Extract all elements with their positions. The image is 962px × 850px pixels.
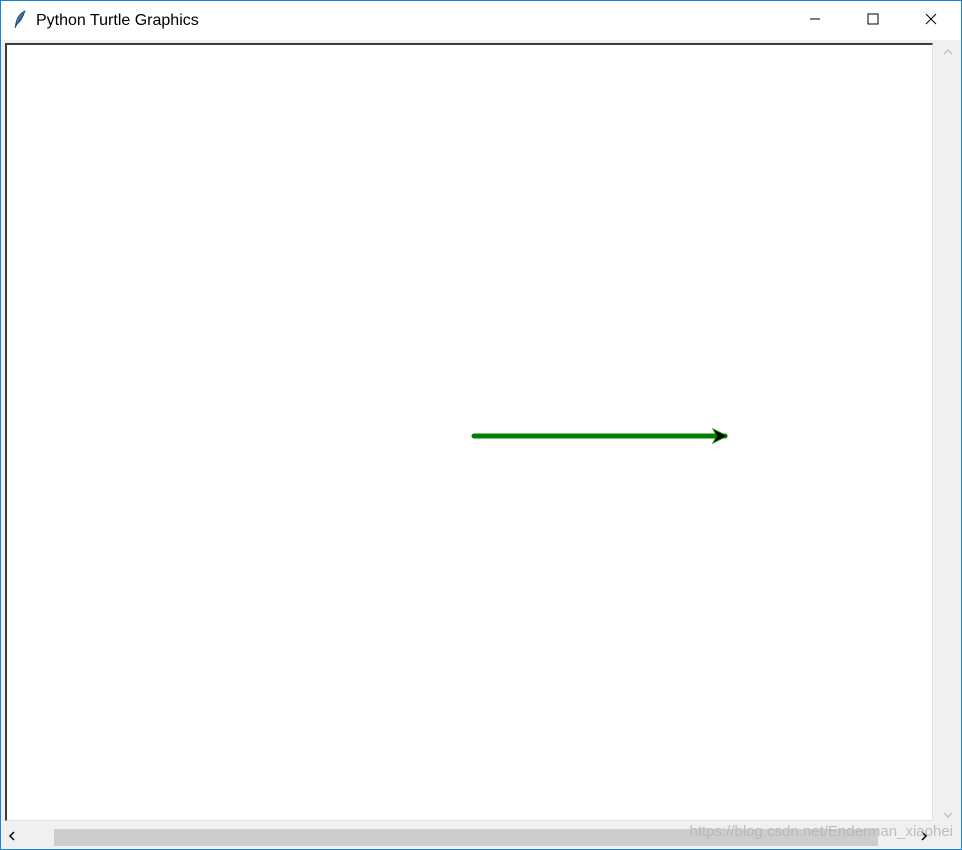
- chevron-down-icon: [942, 806, 953, 824]
- tk-feather-icon: [12, 10, 28, 30]
- close-icon: [925, 12, 937, 30]
- chevron-left-icon: [8, 828, 16, 846]
- turtle-drawing: [471, 427, 729, 445]
- scroll-up-button[interactable]: [935, 41, 960, 63]
- vertical-scrollbar[interactable]: [935, 41, 960, 826]
- window-title: Python Turtle Graphics: [36, 12, 199, 29]
- title-bar[interactable]: Python Turtle Graphics: [1, 1, 961, 40]
- minimize-icon: [809, 12, 821, 30]
- scroll-left-button[interactable]: [1, 826, 23, 848]
- turtle-window: Python Turtle Graphics https://blog.csdn…: [0, 0, 962, 850]
- maximize-icon: [867, 12, 879, 30]
- chevron-up-icon: [942, 43, 953, 61]
- maximize-button[interactable]: [844, 1, 902, 40]
- close-button[interactable]: [902, 1, 960, 40]
- watermark-text: https://blog.csdn.net/Enderman_xiaohei: [689, 823, 953, 840]
- turtle-canvas[interactable]: [5, 43, 933, 821]
- minimize-button[interactable]: [786, 1, 844, 40]
